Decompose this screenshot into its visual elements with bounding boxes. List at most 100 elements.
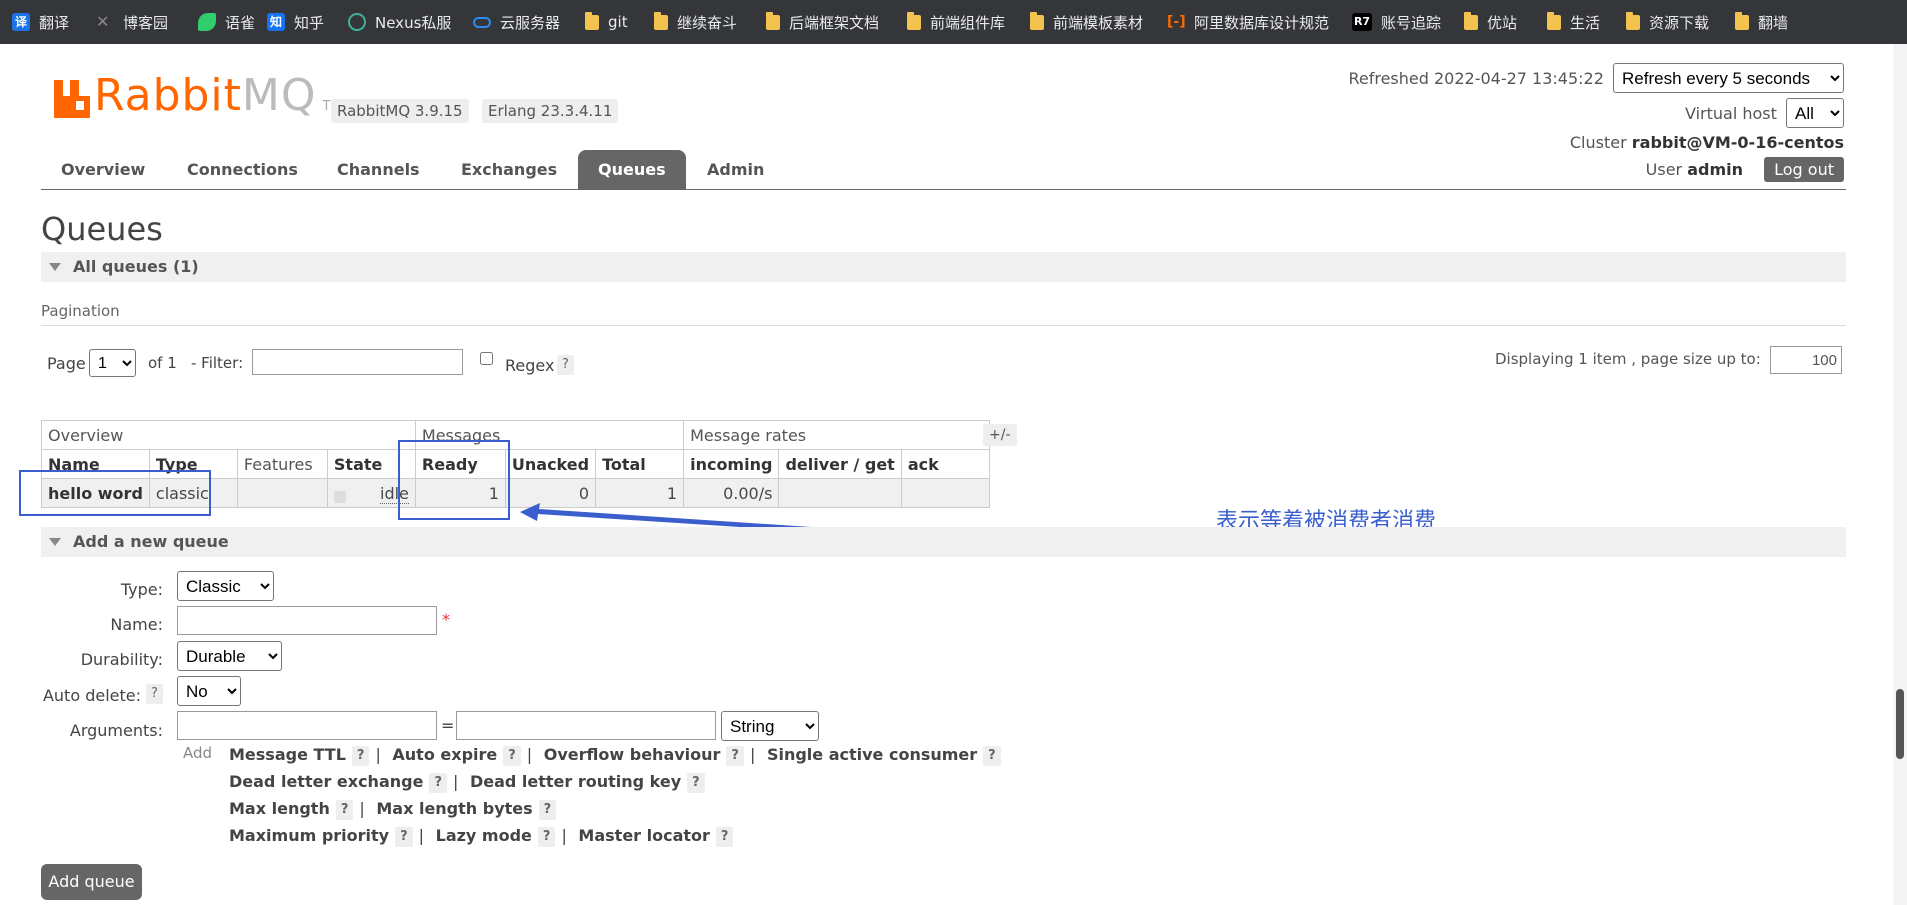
col-features[interactable]: Features <box>236 449 328 479</box>
bookmark-translate[interactable]: 译翻译 <box>12 0 69 44</box>
folder-icon <box>907 11 921 30</box>
queue-name-input[interactable] <box>177 606 437 635</box>
folder-icon <box>585 11 599 30</box>
bookmark-zhihu[interactable]: 知知乎 <box>267 0 324 44</box>
argument-value-input[interactable] <box>456 711 716 740</box>
bookmark-ali-db[interactable]: [-] 阿里数据库设计规范 <box>1167 0 1329 44</box>
auto-delete-help-button[interactable]: ? <box>146 684 163 704</box>
tab-connections[interactable]: Connections <box>167 150 318 190</box>
page-title: Queues <box>41 210 163 248</box>
arg-max-length-link[interactable]: Max length <box>229 799 330 818</box>
filter-input[interactable] <box>252 349 463 375</box>
cluster-name: rabbit@VM-0-16-centos <box>1631 133 1844 152</box>
help-button[interactable]: ? <box>687 772 705 793</box>
columns-toggle-button[interactable]: +/- <box>983 424 1017 446</box>
arg-master-locator-link[interactable]: Master locator <box>578 826 710 845</box>
bookmark-nexus[interactable]: Nexus私服 <box>348 0 451 44</box>
bookmark-git[interactable]: git <box>585 0 628 44</box>
regex-help-button[interactable]: ? <box>557 355 574 375</box>
rabbit-logo-icon <box>54 80 90 118</box>
bookmark-cloud[interactable]: 云服务器 <box>473 0 560 44</box>
help-button[interactable]: ? <box>726 745 744 766</box>
col-deliver-get[interactable]: deliver / get <box>778 449 902 479</box>
arg-max-length-bytes-link[interactable]: Max length bytes <box>376 799 532 818</box>
virtual-host-select[interactable]: All <box>1786 98 1844 128</box>
arg-lazy-mode-link[interactable]: Lazy mode <box>436 826 532 845</box>
arg-single-active-consumer-link[interactable]: Single active consumer <box>767 745 977 764</box>
page-size-input[interactable] <box>1770 346 1842 374</box>
bookmark-vpn[interactable]: 翻墙 <box>1735 0 1788 44</box>
add-queue-button[interactable]: Add queue <box>41 864 142 900</box>
rabbitmq-version-badge: RabbitMQ 3.9.15 <box>331 99 469 123</box>
bookmark-frontend-components[interactable]: 前端组件库 <box>907 0 1005 44</box>
help-button[interactable]: ? <box>335 799 354 820</box>
tab-overview[interactable]: Overview <box>41 150 165 190</box>
arg-message-ttl-link[interactable]: Message TTL <box>229 745 346 764</box>
help-button[interactable]: ? <box>537 826 556 847</box>
filter-label: - Filter: <box>191 354 244 372</box>
nexus-icon <box>348 13 366 31</box>
help-button[interactable]: ? <box>715 826 734 847</box>
folder-icon <box>1030 11 1044 30</box>
page-select[interactable]: 1 <box>89 349 136 377</box>
all-queues-heading: All queues (1) <box>73 257 199 276</box>
bookmark-yuque[interactable]: 语雀 <box>198 0 255 44</box>
folder-icon <box>1547 11 1561 30</box>
tab-queues[interactable]: Queues <box>578 150 686 190</box>
arg-dead-letter-exchange-link[interactable]: Dead letter exchange <box>229 772 423 791</box>
logout-button[interactable]: Log out <box>1764 157 1844 182</box>
pagination-divider <box>41 325 1846 326</box>
group-overview: Overview <box>41 420 416 450</box>
durability-label: Durability: <box>80 650 163 669</box>
add-queue-heading: Add a new queue <box>73 532 229 551</box>
argument-key-input[interactable] <box>177 711 437 740</box>
page-scrollbar[interactable] <box>1893 44 1907 905</box>
nav-divider <box>41 189 1846 190</box>
help-button[interactable]: ? <box>429 772 447 793</box>
zhihu-icon: 知 <box>267 13 285 31</box>
arg-dead-letter-routing-key-link[interactable]: Dead letter routing key <box>470 772 681 791</box>
bookmark-keep-fighting[interactable]: 继续奋斗 <box>654 0 737 44</box>
tab-exchanges[interactable]: Exchanges <box>441 150 577 190</box>
tab-admin[interactable]: Admin <box>687 150 784 190</box>
arg-maximum-priority-link[interactable]: Maximum priority <box>229 826 389 845</box>
bookmark-downloads[interactable]: 资源下载 <box>1626 0 1709 44</box>
help-button[interactable]: ? <box>351 745 370 766</box>
help-button[interactable]: ? <box>983 745 1001 766</box>
regex-label: Regex <box>505 356 555 375</box>
refresh-interval-select[interactable]: Refresh every 5 seconds <box>1613 63 1844 93</box>
logo-text-mq: MQ <box>241 70 317 121</box>
argument-type-select[interactable]: String <box>721 711 819 741</box>
auto-delete-select[interactable]: No <box>177 676 241 706</box>
user-info: User admin <box>1645 160 1743 179</box>
add-queue-section-toggle[interactable]: Add a new queue <box>41 527 1846 557</box>
arg-auto-expire-link[interactable]: Auto expire <box>392 745 497 764</box>
col-incoming[interactable]: incoming <box>683 449 780 479</box>
help-button[interactable]: ? <box>395 826 413 847</box>
col-ack[interactable]: ack <box>900 449 990 479</box>
page-label: Page <box>47 354 86 373</box>
tab-channels[interactable]: Channels <box>317 150 440 190</box>
add-argument-label: Add <box>183 744 213 762</box>
queue-type-select[interactable]: Classic <box>177 571 274 601</box>
bookmark-youzhan[interactable]: 优站 <box>1464 0 1517 44</box>
scrollbar-thumb[interactable] <box>1896 689 1904 759</box>
rabbitmq-logo[interactable]: RabbitMQ TM <box>54 74 342 118</box>
bookmark-cnblogs[interactable]: ✕ 博客园 <box>96 0 168 44</box>
durability-select[interactable]: Durable <box>177 641 282 671</box>
col-unacked[interactable]: Unacked <box>504 449 597 479</box>
help-button[interactable]: ? <box>538 799 557 820</box>
type-label: Type: <box>120 580 163 599</box>
bookmark-frontend-templates[interactable]: 前端模板素材 <box>1030 0 1143 44</box>
folder-icon <box>1735 11 1749 30</box>
bookmark-backend-docs[interactable]: 后端框架文档 <box>766 0 879 44</box>
cnblogs-icon: ✕ <box>96 12 110 31</box>
group-message-rates: Message rates <box>683 420 990 450</box>
help-button[interactable]: ? <box>503 745 521 766</box>
regex-checkbox[interactable] <box>480 352 493 365</box>
all-queues-section-toggle[interactable]: All queues (1) <box>41 252 1846 282</box>
arg-overflow-behaviour-link[interactable]: Overflow behaviour <box>544 745 721 764</box>
bookmark-life[interactable]: 生活 <box>1547 0 1600 44</box>
col-total[interactable]: Total <box>595 449 685 479</box>
bookmark-account-trace[interactable]: R7 账号追踪 <box>1352 0 1441 44</box>
